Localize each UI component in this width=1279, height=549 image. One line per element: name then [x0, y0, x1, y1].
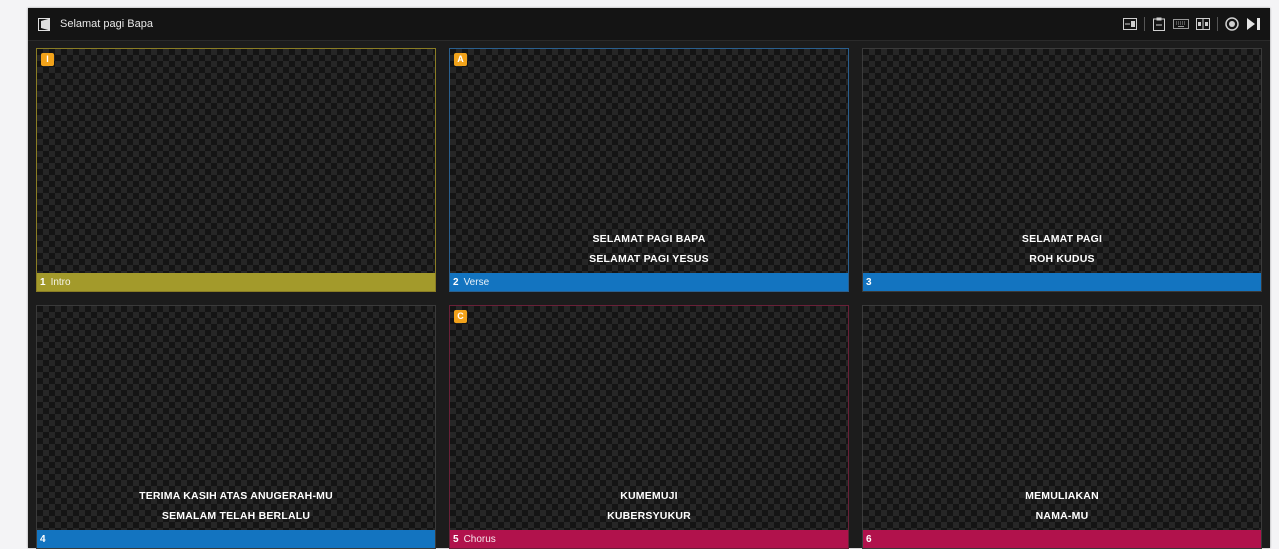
slide-label-bar: 3	[863, 273, 1261, 291]
group-badge: I	[41, 53, 54, 66]
clipboard-icon[interactable]	[1151, 16, 1167, 32]
lyrics-line: NAMA-MU	[1035, 510, 1089, 522]
slide-6[interactable]: MEMULIAKAN NAMA-MU 6	[862, 305, 1262, 549]
title-bar: Selamat pagi Bapa	[28, 8, 1270, 41]
slide-label-bar: 5 Chorus	[450, 530, 848, 548]
slide-5[interactable]: C KUMEMUJI KUBERSYUKUR 5 Chorus	[449, 305, 849, 549]
slide-number: 3	[866, 276, 872, 288]
slide-group-name: Chorus	[463, 533, 496, 545]
slide-label-bar: 6	[863, 530, 1261, 548]
slide-lyrics: MEMULIAKAN NAMA-MU	[863, 486, 1261, 526]
slide-lyrics: KUMEMUJI KUBERSYUKUR	[450, 486, 848, 526]
lyrics-line: SEMALAM TELAH BERLALU	[161, 510, 311, 522]
toolbar-divider	[1217, 17, 1218, 31]
slide-3[interactable]: SELAMAT PAGI ROH KUDUS 3	[862, 48, 1262, 292]
lyrics-line: SELAMAT PAGI BAPA	[592, 233, 706, 245]
presentation-title: Selamat pagi Bapa	[60, 18, 153, 30]
slide-1[interactable]: I 1 Intro	[36, 48, 436, 292]
lyrics-line: MEMULIAKAN	[1025, 490, 1099, 502]
slide-number: 6	[866, 533, 872, 545]
lyrics-line: KUBERSYUKUR	[607, 510, 691, 522]
slide-lyrics: SELAMAT PAGI ROH KUDUS	[863, 229, 1261, 269]
slide-grid: I 1 Intro A SELAMAT PAGI BAPA SELAMAT PA…	[36, 48, 1262, 549]
toolbar-divider	[1144, 17, 1145, 31]
lyrics-line: KUMEMUJI	[620, 490, 678, 502]
group-badge: A	[454, 53, 467, 66]
lyrics-line: ROH KUDUS	[1029, 253, 1095, 265]
slide-group-name: Verse	[463, 276, 490, 288]
slide-number: 2	[453, 276, 459, 288]
slide-number: 5	[453, 533, 459, 545]
slide-lyrics: TERIMA KASIH ATAS ANUGERAH-MU SEMALAM TE…	[37, 486, 435, 526]
keyboard-icon[interactable]	[1173, 16, 1189, 32]
next-icon[interactable]	[1246, 16, 1262, 32]
slide-label-bar: 2 Verse	[450, 273, 848, 291]
slide-2[interactable]: A SELAMAT PAGI BAPA SELAMAT PAGI YESUS 2…	[449, 48, 849, 292]
presentation-window: Selamat pagi Bapa I 1 Intro A SELAMAT PA…	[28, 8, 1270, 549]
slide-4[interactable]: TERIMA KASIH ATAS ANUGERAH-MU SEMALAM TE…	[36, 305, 436, 549]
slide-label-bar: 1 Intro	[37, 273, 435, 291]
lyrics-line: SELAMAT PAGI	[1021, 233, 1103, 245]
lyrics-line: TERIMA KASIH ATAS ANUGERAH-MU	[139, 490, 333, 502]
record-icon[interactable]	[1224, 16, 1240, 32]
slide-number: 1	[40, 276, 46, 288]
slide-number: 4	[40, 533, 46, 545]
lyrics-line: SELAMAT PAGI YESUS	[589, 253, 709, 265]
presentation-icon	[38, 17, 54, 31]
slide-label-bar: 4	[37, 530, 435, 548]
slide-lyrics: SELAMAT PAGI BAPA SELAMAT PAGI YESUS	[450, 229, 848, 269]
output-icon[interactable]	[1122, 16, 1138, 32]
toolbar	[1122, 8, 1262, 40]
group-badge: C	[454, 310, 467, 323]
slide-group-name: Intro	[50, 276, 71, 288]
layout-split-icon[interactable]	[1195, 16, 1211, 32]
